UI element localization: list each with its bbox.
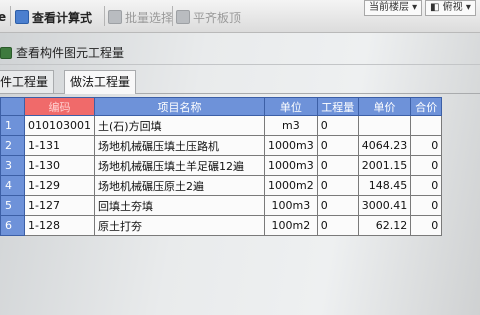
total-cell[interactable]: 0 (410, 135, 443, 156)
code-cell[interactable]: 1-129 (24, 175, 95, 196)
row-number[interactable]: 6 (0, 215, 25, 236)
align-slab-top-button[interactable]: 平齐板顶 (176, 9, 241, 25)
item-name-cell[interactable]: 土(石)方回填 (94, 115, 265, 136)
code-cell[interactable]: 010103001 (24, 115, 95, 136)
unit-cell[interactable]: 1000m2 (264, 175, 318, 196)
total-cell[interactable]: 0 (410, 215, 443, 236)
item-name-cell[interactable]: 原土打夯 (94, 215, 265, 236)
quantity-table: 编码 项目名称 单位 工程量 单价 合价 1 010103001 土(石)方回填… (0, 97, 443, 236)
unit-cell[interactable]: m3 (264, 115, 318, 136)
total-cell[interactable] (410, 115, 443, 136)
toolbar-separator (10, 6, 11, 26)
toolbar-left-fragment[interactable]: e (0, 9, 6, 25)
column-header-code[interactable]: 编码 (24, 97, 95, 116)
quantity-cell[interactable]: 0 (316, 195, 359, 216)
total-cell[interactable]: 0 (410, 155, 443, 176)
row-number[interactable]: 2 (0, 135, 25, 156)
column-header-quantity[interactable]: 工程量 (316, 97, 359, 116)
tab-method-quantity[interactable]: 做法工程量 (64, 70, 137, 94)
item-name-cell[interactable]: 回填土夯填 (94, 195, 265, 216)
unit-cell[interactable]: 1000m3 (264, 135, 318, 156)
align-icon (176, 10, 190, 24)
unit-price-cell[interactable]: 148.45 (357, 175, 412, 196)
item-name-cell[interactable]: 场地机械碾压原土2遍 (94, 175, 265, 196)
toolbar: e 查看计算式 批量选择 平齐板顶 当前楼层 ▾ ◧ 俯视 ▾ (0, 0, 480, 33)
view-dropdown[interactable]: ◧ 俯视 ▾ (425, 0, 476, 16)
unit-cell[interactable]: 100m3 (264, 195, 318, 216)
unit-price-cell[interactable]: 3000.41 (357, 195, 412, 216)
toolbar-separator (104, 6, 105, 26)
quantity-cell[interactable]: 0 (316, 155, 359, 176)
quantity-icon (0, 46, 12, 59)
quantity-cell[interactable]: 0 (316, 215, 359, 236)
view-icon: ◧ (430, 2, 440, 13)
quantity-cell[interactable]: 0 (316, 175, 359, 196)
column-header-unit[interactable]: 单位 (264, 97, 318, 116)
table-row[interactable]: 3 1-130 场地机械碾压填土羊足碾12遍 1000m3 0 2001.15 … (0, 155, 443, 176)
panel-title: 查看构件图元工程量 (0, 44, 124, 61)
column-header-item-name[interactable]: 项目名称 (94, 97, 265, 116)
code-cell[interactable]: 1-131 (24, 135, 95, 156)
table-row[interactable]: 1 010103001 土(石)方回填 m3 0 (0, 115, 443, 136)
view-formula-button[interactable]: 查看计算式 (15, 9, 92, 25)
batch-select-button[interactable]: 批量选择 (108, 9, 173, 25)
formula-icon (15, 10, 29, 24)
code-cell[interactable]: 1-128 (24, 215, 95, 236)
row-number[interactable]: 5 (0, 195, 25, 216)
table-row[interactable]: 4 1-129 场地机械碾压原土2遍 1000m2 0 148.45 0 (0, 175, 443, 196)
floor-dropdown[interactable]: 当前楼层 ▾ (364, 0, 423, 16)
code-cell[interactable]: 1-130 (24, 155, 95, 176)
toolbar-separator (172, 6, 173, 26)
item-name-cell[interactable]: 场地机械碾压填土压路机 (94, 135, 265, 156)
table-row[interactable]: 6 1-128 原土打夯 100m2 0 62.12 0 (0, 215, 443, 236)
row-number[interactable]: 3 (0, 155, 25, 176)
unit-cell[interactable]: 100m2 (264, 215, 318, 236)
row-number[interactable]: 4 (0, 175, 25, 196)
unit-price-cell[interactable]: 4064.23 (357, 135, 412, 156)
total-cell[interactable]: 0 (410, 195, 443, 216)
unit-price-cell[interactable]: 2001.15 (357, 155, 412, 176)
item-name-cell[interactable]: 场地机械碾压填土羊足碾12遍 (94, 155, 265, 176)
table-row[interactable]: 5 1-127 回填土夯填 100m3 0 3000.41 0 (0, 195, 443, 216)
code-cell[interactable]: 1-127 (24, 195, 95, 216)
column-header-total[interactable]: 合价 (410, 97, 443, 116)
unit-price-cell[interactable]: 62.12 (357, 215, 412, 236)
unit-cell[interactable]: 1000m3 (264, 155, 318, 176)
total-cell[interactable]: 0 (410, 175, 443, 196)
divider (0, 64, 480, 65)
batch-select-icon (108, 10, 122, 24)
column-header-unit-price[interactable]: 单价 (357, 97, 412, 116)
quantity-cell[interactable]: 0 (316, 135, 359, 156)
table-header-row: 编码 项目名称 单位 工程量 单价 合价 (0, 97, 443, 116)
unit-price-cell[interactable] (357, 115, 412, 136)
table-row[interactable]: 2 1-131 场地机械碾压填土压路机 1000m3 0 4064.23 0 (0, 135, 443, 156)
quantity-cell[interactable]: 0 (316, 115, 359, 136)
row-number[interactable]: 1 (0, 115, 25, 136)
tab-component-quantity[interactable]: 件工程量 (0, 70, 55, 93)
column-header-row-number (0, 97, 25, 116)
